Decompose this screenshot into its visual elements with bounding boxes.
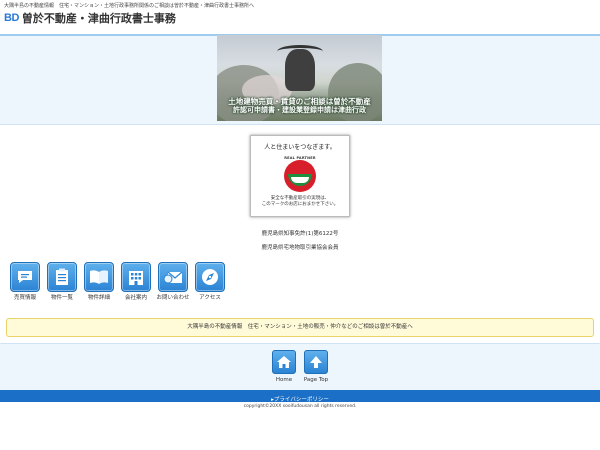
nav-property-list[interactable]: 物件一覧 [45, 262, 79, 302]
chat-icon [10, 262, 40, 292]
nav-label: お問い合わせ [156, 295, 190, 301]
association-membership: 鹿児島県宅地物取引業協会会員 [261, 245, 339, 251]
real-partner-badge: 人と住まいをつなぎます。 REAL PARTNER 安全な不動産取引の実現は、 … [250, 135, 350, 217]
logo-text: 曽於不動産・津曲行政書士事務 [21, 13, 176, 25]
header: 大隅半島の不動産情報 住宅・マンション・土地行政事務所関係のご相談は曽於不動産・… [0, 0, 600, 34]
hero-caption-line2: 許認可申請書・建設業登録申請は津曲行政 [233, 107, 366, 114]
nav-label: 物件一覧 [50, 295, 73, 301]
arrow-up-icon [304, 350, 328, 374]
book-icon [84, 262, 114, 292]
nav-sales-info[interactable]: 売買情報 [8, 262, 42, 302]
nav-label: 会社案内 [124, 295, 147, 301]
nav-label: 売買情報 [13, 295, 36, 301]
badge-bottom-line2: このマークのお店におまかせ下さい。 [261, 202, 339, 207]
nav-label: アクセス [199, 295, 221, 301]
nav-contact[interactable]: お問い合わせ [156, 262, 190, 302]
badge-top-text: 人と住まいをつなぎます。 [264, 144, 336, 151]
statue-image [285, 49, 315, 91]
notice-banner: 大隅半島の不動産情報 住宅・マンション・土地の販売・仲介などのご相談は曽於不動産… [6, 318, 594, 337]
logo-mark: BD [4, 12, 19, 24]
building-icon [121, 262, 151, 292]
page-top-button[interactable]: Page Top [296, 350, 336, 383]
license-number: 鹿児島県知事免許(1)第6122号 [261, 231, 339, 237]
nav-property-detail[interactable]: 物件詳細 [82, 262, 116, 302]
mail-icon [158, 262, 188, 292]
hero-caption-line1: 土地建物売買・賃貸のご相談は曽於不動産 [228, 97, 371, 106]
header-tagline: 大隅半島の不動産情報 住宅・マンション・土地行政事務所関係のご相談は曽於不動産・… [4, 3, 255, 9]
home-icon [272, 350, 296, 374]
nav-label: 物件詳細 [87, 295, 110, 301]
real-partner-emblem-icon [284, 160, 316, 192]
site-logo[interactable]: BD 曽於不動産・津曲行政書士事務 [4, 10, 176, 26]
footer-bar: ▸プライバシーポリシー [0, 390, 600, 403]
compass-icon [195, 262, 225, 292]
privacy-policy-link[interactable]: ▸プライバシーポリシー [271, 397, 329, 403]
nav-access[interactable]: アクセス [193, 262, 227, 302]
page-top-label: Page Top [303, 377, 329, 383]
hero-image: 土地建物売買・賃貸のご相談は曽於不動産 許認可申請書・建設業登録申請は津曲行政 [217, 35, 382, 121]
clipboard-icon [47, 262, 77, 292]
nav-company[interactable]: 会社案内 [119, 262, 153, 302]
copyright: copyright©20XX sooifudousan all rights r… [243, 404, 357, 409]
main-nav: 売買情報 物件一覧 物件詳細 会社案内 お問い合わせ アクセス [8, 262, 230, 302]
